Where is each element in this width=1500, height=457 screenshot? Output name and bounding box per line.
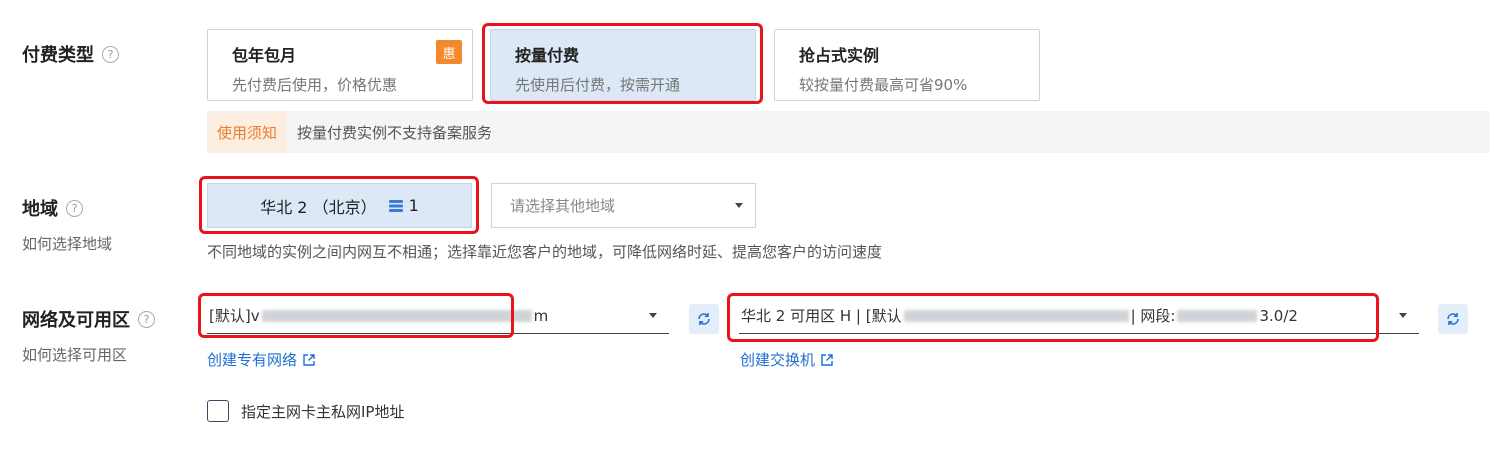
other-region-select[interactable]: 请选择其他地域 [491,183,756,228]
private-ip-label: 指定主网卡主私网IP地址 [241,402,405,421]
option-desc: 先使用后付费，按需开通 [515,76,681,94]
region-help-link[interactable]: 如何选择地域 [22,233,112,254]
network-label-text: 网络及可用区 [22,310,130,331]
vpc-value-prefix: [默认]v [209,307,260,325]
chevron-down-icon [649,312,657,318]
external-link-icon [821,353,833,366]
network-label-group: 网络及可用区 ? 如何选择可用区 [22,306,155,365]
notice-text: 按量付费实例不支持备案服务 [297,123,493,142]
network-label: 网络及可用区 ? [22,306,155,332]
vswitch-value-suffix: 3.0/2 [1259,306,1298,325]
notice-tag[interactable]: 使用须知 [207,111,288,153]
billing-label-group: 付费类型 ? [22,41,119,67]
region-selected-button[interactable]: 华北 2 （北京） 1 [207,183,472,228]
server-icon [388,199,403,212]
billing-option-subscription[interactable]: 包年包月 先付费后使用，价格优惠 惠 [207,29,473,101]
vpc-select[interactable]: [默认]v m [207,298,669,334]
create-vpc-link-text: 创建专有网络 [207,351,298,369]
refresh-icon [698,313,710,325]
option-desc: 先付费后使用，价格优惠 [232,76,398,94]
region-count: 1 [408,196,419,215]
billing-label-text: 付费类型 [22,45,94,66]
region-name: 华北 2 （北京） [260,197,377,217]
option-title: 包年包月 [232,46,297,65]
option-title: 抢占式实例 [799,46,880,65]
create-vswitch-link[interactable]: 创建交换机 [740,349,834,370]
redacted-text [903,309,1129,322]
help-icon[interactable]: ? [102,45,119,63]
discount-badge: 惠 [436,40,462,64]
refresh-vpc-button[interactable] [689,304,719,334]
chevron-down-icon [1399,312,1407,318]
redacted-text [261,309,532,322]
chevron-down-icon [735,202,743,208]
region-label-group: 地域 ? 如何选择地域 [22,195,112,254]
region-label-text: 地域 [22,199,58,220]
vswitch-value-prefix: 华北 2 可用区 H | [默认 [741,307,902,325]
help-icon[interactable]: ? [138,310,155,328]
redacted-text [1177,309,1258,322]
region-label: 地域 ? [22,195,112,221]
zone-help-link[interactable]: 如何选择可用区 [22,344,155,365]
billing-option-spot[interactable]: 抢占式实例 较按量付费最高可省90% [774,29,1040,101]
help-icon[interactable]: ? [66,199,83,217]
option-desc: 较按量付费最高可省90% [799,76,968,94]
vswitch-value-mid: | 网段: [1130,307,1176,325]
region-hint: 不同地域的实例之间内网互不相通；选择靠近您客户的地域，可降低网络时延、提高您客户… [207,243,883,261]
vswitch-select[interactable]: 华北 2 可用区 H | [默认 | 网段: 3.0/2 [739,298,1419,334]
private-ip-checkbox[interactable] [207,400,229,422]
refresh-icon [1447,313,1459,325]
billing-label: 付费类型 ? [22,41,119,67]
refresh-vswitch-button[interactable] [1438,304,1468,334]
create-vswitch-link-text: 创建交换机 [740,351,816,369]
external-link-icon [303,353,315,366]
other-region-placeholder: 请选择其他地域 [510,197,616,215]
create-vpc-link[interactable]: 创建专有网络 [207,349,316,370]
option-title: 按量付费 [515,46,580,65]
vpc-value-suffix: m [533,306,549,325]
billing-notice: 使用须知 按量付费实例不支持备案服务 [207,111,1490,153]
billing-option-pay-as-you-go[interactable]: 按量付费 先使用后付费，按需开通 [490,29,756,101]
private-ip-option[interactable]: 指定主网卡主私网IP地址 [207,400,404,422]
